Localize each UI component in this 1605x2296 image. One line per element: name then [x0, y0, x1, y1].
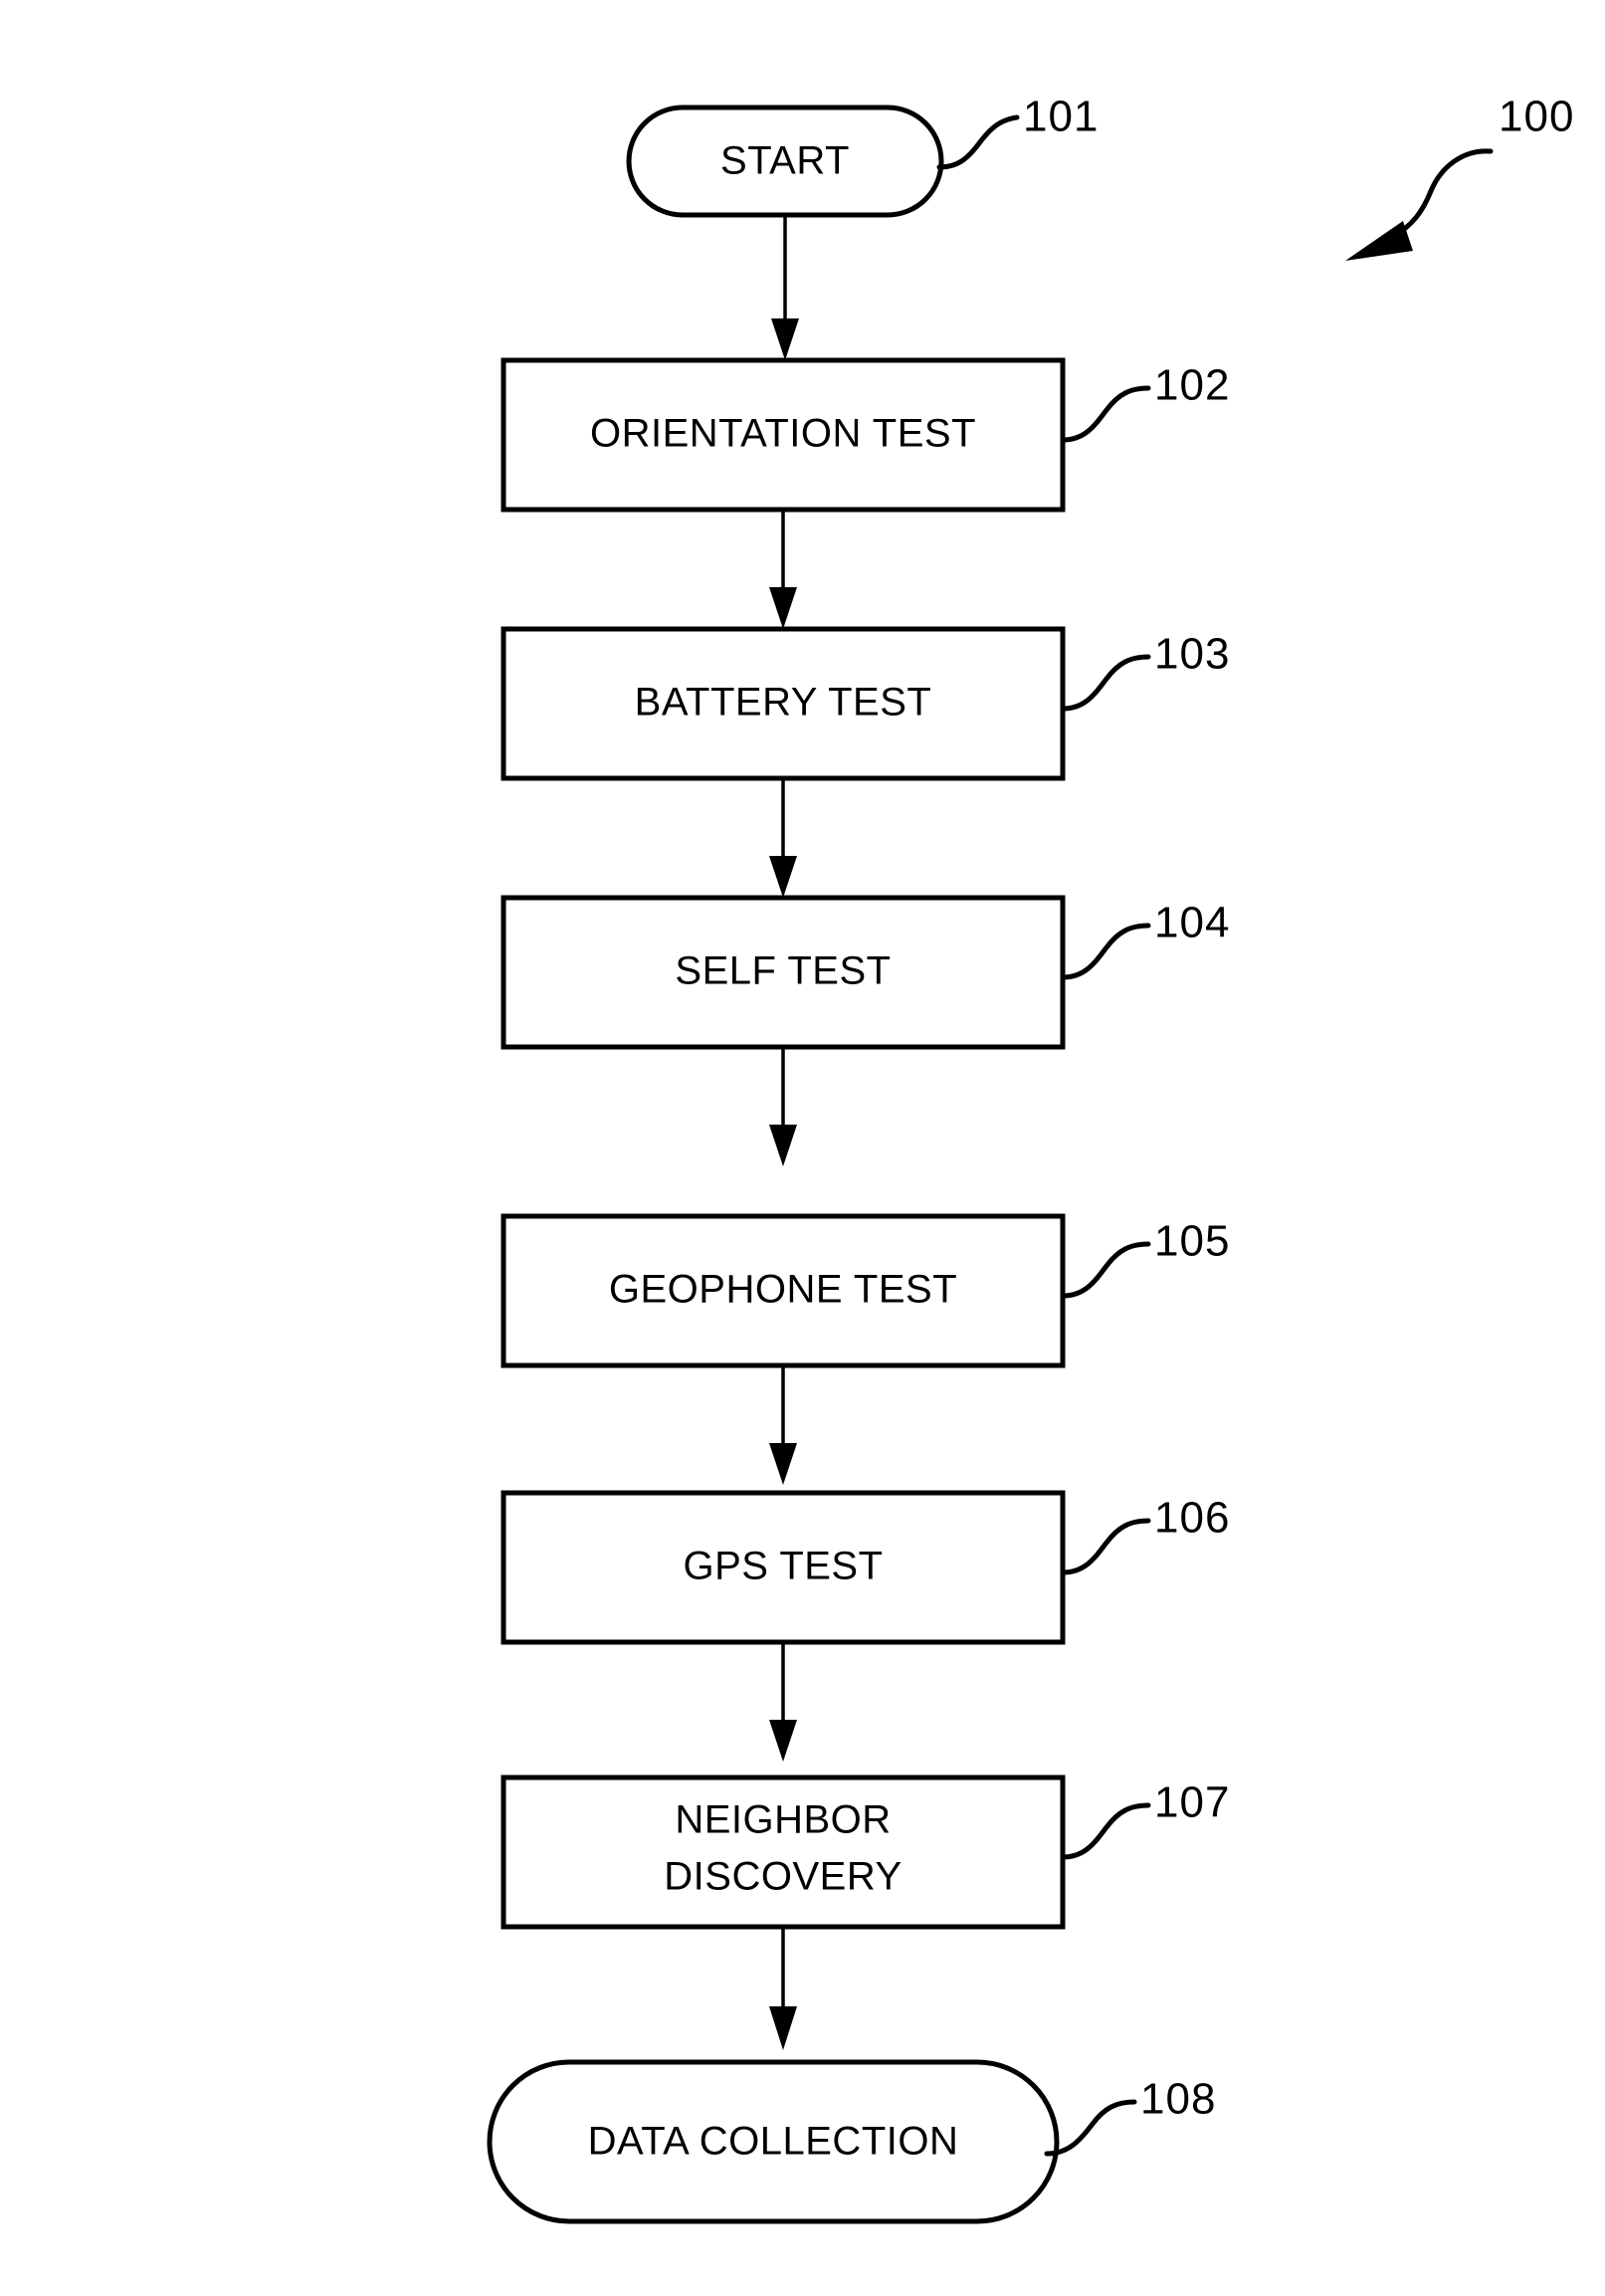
edge-geophone-to-gps	[769, 1365, 797, 1485]
node-self-test-label: SELF TEST	[675, 949, 891, 993]
ref-103-label: 103	[1154, 630, 1230, 679]
edge-battery-to-self-arrowhead	[769, 856, 797, 898]
ref-107-leader	[1060, 1802, 1151, 1860]
figure-callout-leader	[1390, 148, 1494, 240]
ref-103-group: 103	[1060, 630, 1230, 712]
edge-battery-to-self	[769, 778, 797, 898]
figure-callout-arrowhead	[1345, 221, 1413, 261]
edge-self-to-geophone-arrowhead	[769, 1125, 797, 1166]
edge-self-to-geophone	[769, 1047, 797, 1166]
ref-104-leader	[1060, 923, 1151, 980]
edge-start-to-orientation-arrowhead	[771, 318, 799, 360]
node-data-collection[interactable]: DATA COLLECTION	[487, 2059, 1060, 2224]
ref-104-label: 104	[1154, 899, 1230, 947]
edge-orientation-to-battery-arrowhead	[769, 587, 797, 629]
edge-neighbor-to-data-collection	[769, 1927, 797, 2050]
node-start-label: START	[720, 139, 850, 183]
edge-orientation-to-battery	[769, 510, 797, 629]
node-neighbor-discovery[interactable]: NEIGHBOR DISCOVERY	[501, 1774, 1066, 1930]
node-start[interactable]: START	[626, 104, 944, 218]
ref-106-leader	[1060, 1518, 1151, 1575]
ref-108-group: 108	[1044, 2075, 1216, 2157]
node-gps-test-label: GPS TEST	[683, 1545, 883, 1588]
ref-101-leader	[936, 114, 1020, 170]
flowchart-canvas: 100 START 101 ORIENTATION TEST 102 BATTE…	[487, 93, 1574, 2224]
ref-102-label: 102	[1154, 361, 1230, 410]
ref-101-group: 101	[936, 93, 1099, 170]
node-neighbor-discovery-label-line-2: DISCOVERY	[664, 1855, 902, 1899]
ref-107-group: 107	[1060, 1778, 1230, 1860]
ref-105-label: 105	[1154, 1217, 1230, 1266]
figure-page: 100 START 101 ORIENTATION TEST 102 BATTE…	[0, 0, 1605, 2296]
ref-106-group: 106	[1060, 1494, 1230, 1575]
figure-callout-group: 100	[1345, 93, 1574, 261]
edge-gps-to-neighbor	[769, 1642, 797, 1762]
edge-neighbor-to-data-collection-arrowhead	[769, 2006, 797, 2050]
node-geophone-test[interactable]: GEOPHONE TEST	[501, 1213, 1066, 1368]
ref-107-label: 107	[1154, 1778, 1230, 1827]
ref-108-leader	[1044, 2099, 1137, 2157]
ref-101-label: 101	[1023, 93, 1099, 141]
ref-105-group: 105	[1060, 1217, 1230, 1299]
ref-108-label: 108	[1140, 2075, 1216, 2124]
node-gps-test[interactable]: GPS TEST	[501, 1490, 1066, 1645]
ref-104-group: 104	[1060, 899, 1230, 980]
ref-102-leader	[1060, 385, 1151, 443]
ref-102-group: 102	[1060, 361, 1230, 443]
node-battery-test[interactable]: BATTERY TEST	[501, 626, 1066, 781]
node-geophone-test-label: GEOPHONE TEST	[609, 1268, 957, 1312]
node-orientation-test-label: ORIENTATION TEST	[590, 412, 976, 456]
node-battery-test-label: BATTERY TEST	[635, 681, 932, 725]
edge-geophone-to-gps-arrowhead	[769, 1443, 797, 1485]
edge-start-to-orientation	[771, 215, 799, 360]
ref-106-label: 106	[1154, 1494, 1230, 1543]
ref-105-leader	[1060, 1241, 1151, 1299]
ref-103-leader	[1060, 654, 1151, 712]
figure-callout-label: 100	[1499, 93, 1574, 141]
node-self-test[interactable]: SELF TEST	[501, 895, 1066, 1050]
edge-gps-to-neighbor-arrowhead	[769, 1720, 797, 1762]
node-orientation-test[interactable]: ORIENTATION TEST	[501, 357, 1066, 513]
node-data-collection-label: DATA COLLECTION	[588, 2120, 959, 2164]
node-neighbor-discovery-label-line-1: NEIGHBOR	[675, 1798, 891, 1842]
